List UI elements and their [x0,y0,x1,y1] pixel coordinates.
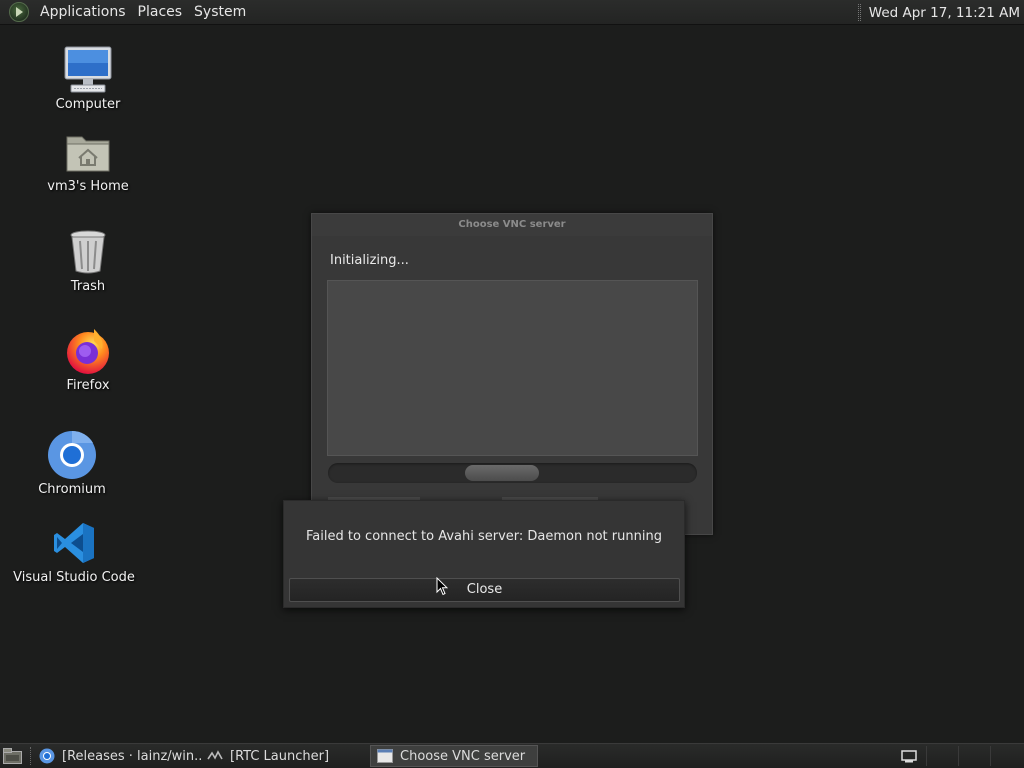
task-rtc-launcher[interactable]: [RTC Launcher] [201,745,369,767]
task-choose-vnc-server[interactable]: Choose VNC server [370,745,538,767]
trash-icon [63,227,113,277]
status-label: Initializing... [330,253,409,268]
workspace-2[interactable] [926,746,958,766]
chromium-icon [47,430,97,480]
workspace-4[interactable] [990,746,1024,766]
desktop-icon-home[interactable]: vm3's Home [47,127,129,194]
clock[interactable]: Wed Apr 17, 11:21 AM [869,5,1024,21]
task-label: Choose VNC server [400,748,526,764]
task-label: [RTC Launcher] [230,748,330,764]
top-panel: Applications Places System Wed Apr 17, 1… [0,0,1024,25]
window-icon [377,748,393,764]
workspace-3[interactable] [958,746,990,766]
mouse-cursor-icon [436,576,449,600]
desktop-icon-label: Firefox [66,378,110,393]
taskbar-separator [30,747,31,765]
chromium-icon [39,748,55,764]
error-dialog: Failed to connect to Avahi server: Daemo… [283,500,685,608]
menu-system[interactable]: System [188,0,252,25]
error-message: Failed to connect to Avahi server: Daemo… [306,529,662,544]
vnc-server-window: Choose VNC server Initializing... [311,213,713,535]
panel-separator [857,4,861,21]
desktop-icon-label: Visual Studio Code [13,570,135,585]
desktop-icon-chromium[interactable]: Chromium [32,430,112,497]
desktop-icon-label: Chromium [38,482,106,497]
home-folder-icon [63,127,113,177]
close-button[interactable]: Close [289,578,680,602]
rtc-launcher-icon [207,748,223,764]
progress-bar [328,463,697,483]
desktop-icon-label: Trash [70,279,106,294]
vscode-icon [49,518,99,568]
task-browser-releases[interactable]: [Releases · lainz/win... [33,745,201,767]
computer-icon [63,45,113,95]
workspace-switcher-icon[interactable] [898,747,920,765]
clock-area: Wed Apr 17, 11:21 AM [857,0,1024,25]
desktop-icon-trash[interactable]: Trash [48,227,128,294]
desktop-icon-label: Computer [55,97,121,112]
server-list[interactable] [327,280,698,456]
desktop-icon-firefox[interactable]: Firefox [48,326,128,393]
distro-logo-icon[interactable] [9,2,29,22]
desktop-icon-label: vm3's Home [47,179,129,194]
task-label: [Releases · lainz/win... [62,748,201,764]
desktop-icon-computer[interactable]: Computer [48,45,128,112]
firefox-icon [63,326,113,376]
desktop-icon-vscode[interactable]: Visual Studio Code [13,518,135,585]
progress-indicator [465,465,539,481]
show-desktop-icon[interactable] [3,748,22,764]
bottom-taskbar: [Releases · lainz/win... [RTC Launcher] … [0,743,1024,768]
menu-places[interactable]: Places [132,0,189,25]
menu-applications[interactable]: Applications [34,0,132,25]
window-title[interactable]: Choose VNC server [312,214,712,236]
